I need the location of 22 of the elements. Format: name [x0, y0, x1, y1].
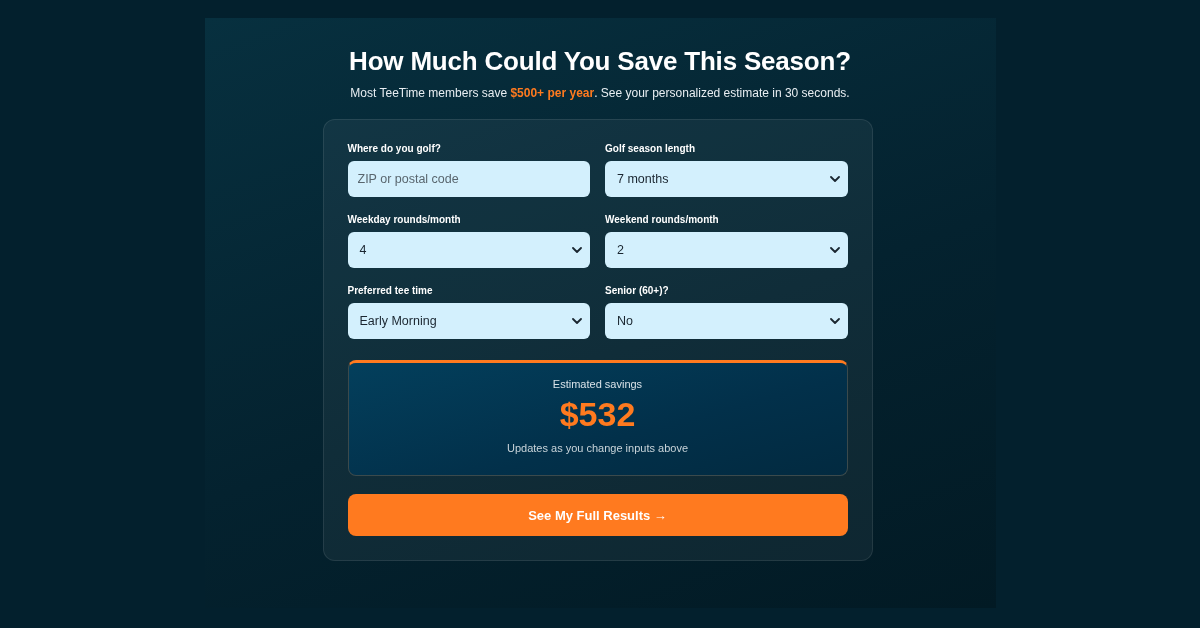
field-label: Golf season length: [605, 142, 696, 156]
dropdown[interactable]: 4: [347, 232, 590, 268]
chevron-down-icon: [829, 318, 840, 324]
savings-amount: $532: [559, 395, 636, 433]
dropdown[interactable]: No: [605, 303, 848, 339]
field-label: Where do you golf?: [347, 142, 442, 156]
result-note: Updates as you change inputs above: [507, 441, 688, 455]
chevron-down-icon: [572, 318, 582, 324]
heading-title: How Much Could You Save This Season?: [349, 46, 851, 76]
result-label: Estimated savings: [552, 377, 643, 391]
dropdown[interactable]: Early Morning: [347, 303, 590, 339]
field-label: Weekend rounds/month: [605, 213, 720, 227]
dropdown[interactable]: 7 months: [605, 161, 848, 197]
heading-subtitle: Most TeeTime members save $500+ per year. See your personalized estimate in 30 seconds.: [350, 85, 850, 101]
zip-input[interactable]: ZIP or postal code: [347, 161, 590, 197]
chevron-down-icon: [572, 247, 582, 253]
dropdown[interactable]: 2: [605, 232, 848, 268]
chevron-down-icon: [829, 176, 840, 182]
field-label: Weekday rounds/month: [347, 213, 462, 227]
field-label: Senior (60+)?: [605, 284, 670, 298]
field-label: Preferred tee time: [347, 284, 434, 298]
chevron-down-icon: [829, 247, 840, 253]
